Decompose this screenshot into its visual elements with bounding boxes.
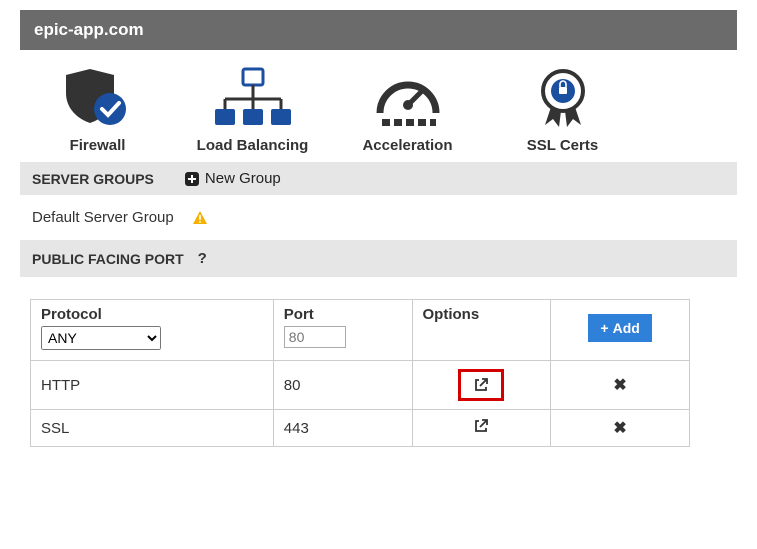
new-group-label: New Group <box>205 170 281 187</box>
external-link-icon[interactable] <box>473 418 489 434</box>
table-header-row: Protocol ANY Port Options + Add <box>31 300 690 361</box>
help-icon[interactable]: ? <box>198 250 207 267</box>
nav-acceleration[interactable]: Acceleration <box>330 60 485 154</box>
close-icon[interactable]: ✖ <box>613 377 626 394</box>
nav-label: SSL Certs <box>485 137 640 154</box>
col-options-label: Options <box>423 306 541 323</box>
nav-label: Load Balancing <box>175 137 330 154</box>
public-facing-port-bar: PUBLIC FACING PORT ? <box>20 240 737 277</box>
new-group-button[interactable]: New Group <box>184 170 281 187</box>
table-row: SSL 443 ✖ <box>31 410 690 447</box>
row-port: 443 <box>273 410 412 447</box>
col-port: Port <box>273 300 412 361</box>
row-delete: ✖ <box>551 361 690 410</box>
server-groups-title: SERVER GROUPS <box>32 171 154 187</box>
plus-square-icon <box>184 171 200 187</box>
shield-check-icon <box>20 60 175 135</box>
add-button[interactable]: + Add <box>588 314 651 342</box>
row-protocol: SSL <box>31 410 274 447</box>
row-options <box>412 410 551 447</box>
domain-title: epic-app.com <box>34 20 144 39</box>
row-port: 80 <box>273 361 412 410</box>
add-label: Add <box>613 320 640 336</box>
gauge-icon <box>330 60 485 135</box>
row-protocol: HTTP <box>31 361 274 410</box>
nav-row: Firewall Load Balancing Acceleration SSL… <box>20 50 737 162</box>
external-link-icon[interactable] <box>473 377 489 393</box>
load-balancing-icon <box>175 60 330 135</box>
nav-label: Firewall <box>20 137 175 154</box>
table-row: HTTP 80 ✖ <box>31 361 690 410</box>
default-server-group-row[interactable]: Default Server Group <box>20 195 737 240</box>
plus-icon: + <box>600 320 608 336</box>
default-server-group-label: Default Server Group <box>32 209 174 226</box>
protocol-select[interactable]: ANY <box>41 326 161 350</box>
header-bar: epic-app.com <box>20 10 737 50</box>
port-input[interactable] <box>284 326 346 348</box>
row-options <box>412 361 551 410</box>
col-port-label: Port <box>284 306 402 323</box>
col-protocol-label: Protocol <box>41 306 263 323</box>
ports-title: PUBLIC FACING PORT <box>32 251 184 267</box>
nav-load-balancing[interactable]: Load Balancing <box>175 60 330 154</box>
ports-table: Protocol ANY Port Options + Add HTTP 80 ✖… <box>30 299 690 447</box>
col-protocol: Protocol ANY <box>31 300 274 361</box>
row-delete: ✖ <box>551 410 690 447</box>
ssl-cert-icon <box>485 60 640 135</box>
warning-icon <box>192 210 208 226</box>
nav-ssl-certs[interactable]: SSL Certs <box>485 60 640 154</box>
nav-firewall[interactable]: Firewall <box>20 60 175 154</box>
close-icon[interactable]: ✖ <box>613 420 626 437</box>
server-groups-bar: SERVER GROUPS New Group <box>20 162 737 195</box>
col-options: Options <box>412 300 551 361</box>
col-add: + Add <box>551 300 690 361</box>
nav-label: Acceleration <box>330 137 485 154</box>
options-highlight <box>458 369 504 401</box>
